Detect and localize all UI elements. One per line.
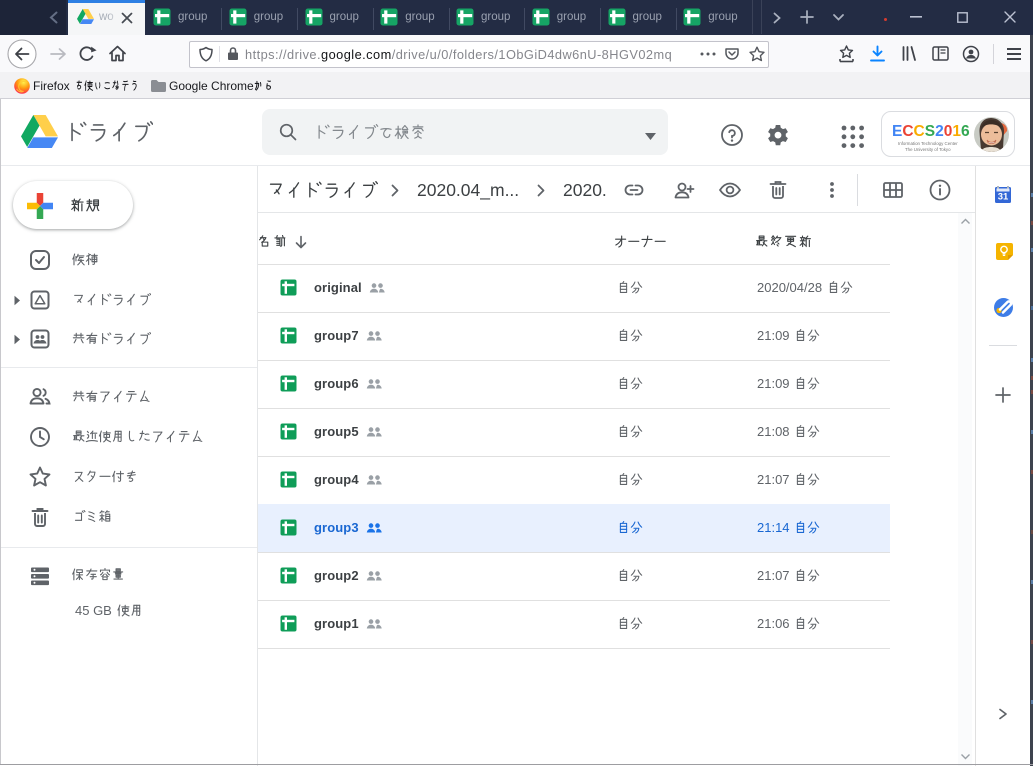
svg-text:31: 31: [998, 192, 1009, 203]
